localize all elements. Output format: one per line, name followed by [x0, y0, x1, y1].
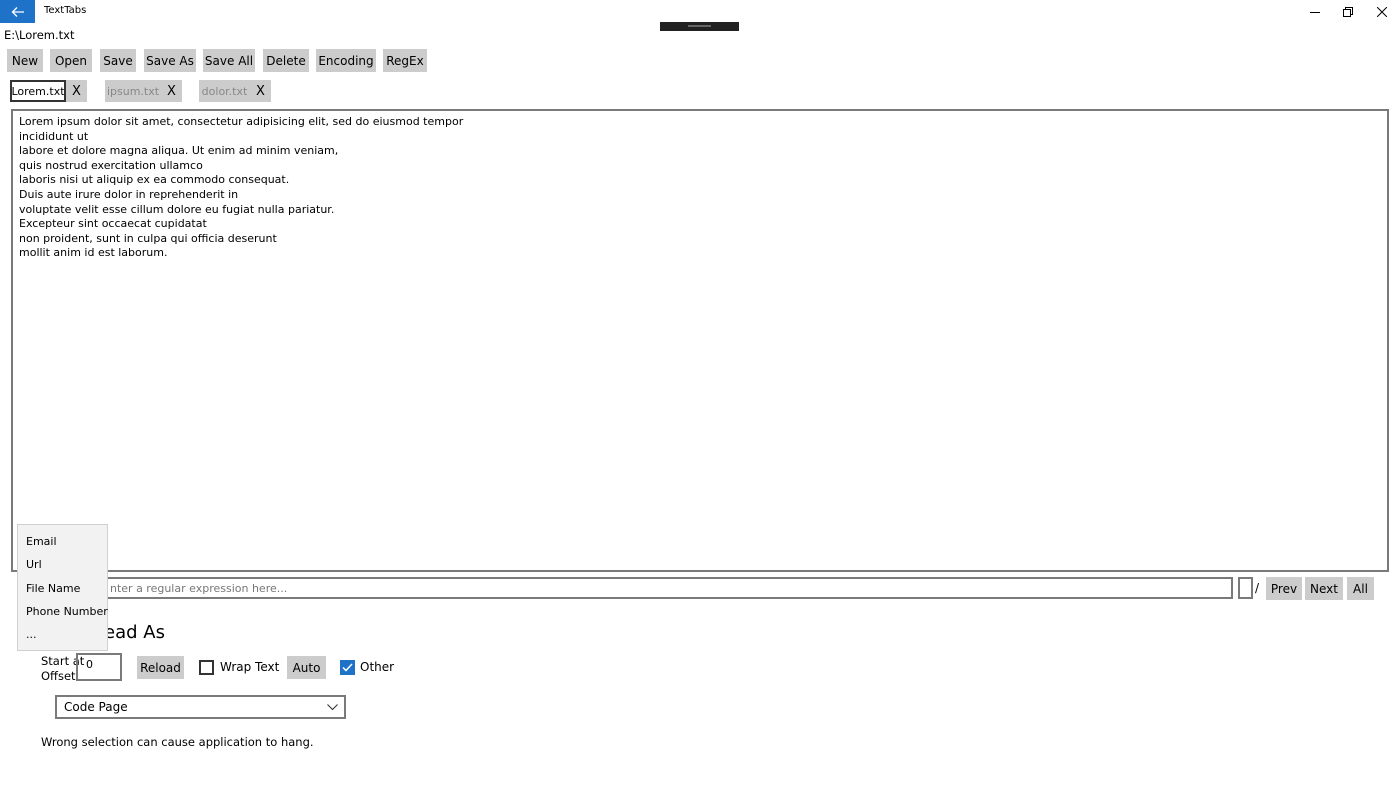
- delete-button[interactable]: Delete: [263, 49, 309, 72]
- tab-dolor[interactable]: dolor.txt X: [199, 80, 271, 102]
- tab-label[interactable]: dolor.txt: [199, 80, 250, 102]
- code-page-select[interactable]: Code Page: [55, 695, 346, 719]
- tab-close-button[interactable]: X: [161, 80, 182, 102]
- chevron-down-icon: [327, 703, 338, 710]
- menu-item-phone-number[interactable]: Phone Number: [26, 605, 108, 618]
- save-all-button[interactable]: Save All: [203, 49, 255, 72]
- editor-line: incididunt ut: [19, 129, 89, 143]
- other-label: Other: [360, 660, 395, 674]
- editor-line: voluptate velit esse cillum dolore eu fu…: [19, 202, 335, 216]
- regex-button[interactable]: RegEx: [383, 49, 427, 72]
- encoding-button[interactable]: Encoding: [316, 49, 376, 72]
- tab-label[interactable]: ipsum.txt: [105, 80, 161, 102]
- menu-item-email[interactable]: Email: [26, 535, 57, 548]
- regex-input[interactable]: nter a regular expression here...: [104, 577, 1233, 599]
- minimize-button[interactable]: [1298, 0, 1332, 23]
- window-title: TextTabs: [44, 5, 87, 16]
- tab-label[interactable]: Lorem.txt: [10, 80, 66, 102]
- prev-button[interactable]: Prev: [1266, 577, 1302, 600]
- reload-button[interactable]: Reload: [137, 656, 184, 679]
- warning-text: Wrong selection can cause application to…: [41, 735, 314, 749]
- open-button[interactable]: Open: [50, 49, 92, 72]
- auto-button[interactable]: Auto: [287, 656, 326, 679]
- editor-line: laboris nisi ut aliquip ex ea commodo co…: [19, 173, 290, 187]
- editor-line: mollit anim id est laborum.: [19, 246, 168, 260]
- checkmark-icon: [342, 663, 353, 672]
- tab-close-button[interactable]: X: [250, 80, 271, 102]
- regex-slash: /: [1255, 581, 1260, 595]
- restore-button[interactable]: [1331, 0, 1365, 23]
- menu-item-more[interactable]: ...: [26, 628, 37, 641]
- editor-line: non proident, sunt in culpa qui officia …: [19, 231, 277, 245]
- restore-icon: [1343, 6, 1353, 17]
- all-button[interactable]: All: [1347, 577, 1374, 600]
- editor-line: labore et dolore magna aliqua. Ut enim a…: [19, 144, 339, 158]
- other-checkbox[interactable]: [340, 660, 355, 675]
- wrap-text-label: Wrap Text: [220, 660, 280, 674]
- editor-line: Lorem ipsum dolor sit amet, consectetur …: [19, 115, 464, 128]
- close-icon: [1377, 6, 1387, 17]
- next-button[interactable]: Next: [1305, 577, 1343, 600]
- save-button[interactable]: Save: [100, 49, 136, 72]
- drag-handle[interactable]: [660, 22, 739, 31]
- code-page-value: Code Page: [64, 700, 128, 714]
- read-as-heading: ead As: [104, 622, 165, 643]
- wrap-text-checkbox[interactable]: [199, 660, 214, 675]
- back-button[interactable]: [0, 0, 35, 23]
- save-as-button[interactable]: Save As: [144, 49, 196, 72]
- tab-ipsum[interactable]: ipsum.txt X: [105, 80, 182, 102]
- close-window-button[interactable]: [1365, 0, 1399, 23]
- regex-presets-menu: Email Url File Name Phone Number ...: [17, 524, 108, 651]
- editor-line: quis nostrud exercitation ullamco: [19, 158, 203, 172]
- new-button[interactable]: New: [7, 49, 43, 72]
- editor-line: Excepteur sint occaecat cupidatat: [19, 217, 207, 231]
- back-arrow-icon: [11, 6, 24, 17]
- tab-lorem[interactable]: Lorem.txt X: [10, 80, 87, 102]
- tab-close-button[interactable]: X: [66, 80, 87, 102]
- minimize-icon: [1310, 11, 1320, 13]
- menu-item-file-name[interactable]: File Name: [26, 582, 80, 595]
- file-path: E:\Lorem.txt: [4, 28, 75, 42]
- offset-input[interactable]: 0: [76, 653, 122, 681]
- text-editor[interactable]: Lorem ipsum dolor sit amet, consectetur …: [11, 109, 1389, 572]
- regex-flags-input[interactable]: [1238, 577, 1253, 599]
- menu-item-url[interactable]: Url: [26, 558, 42, 571]
- editor-line: Duis aute irure dolor in reprehenderit i…: [19, 187, 239, 201]
